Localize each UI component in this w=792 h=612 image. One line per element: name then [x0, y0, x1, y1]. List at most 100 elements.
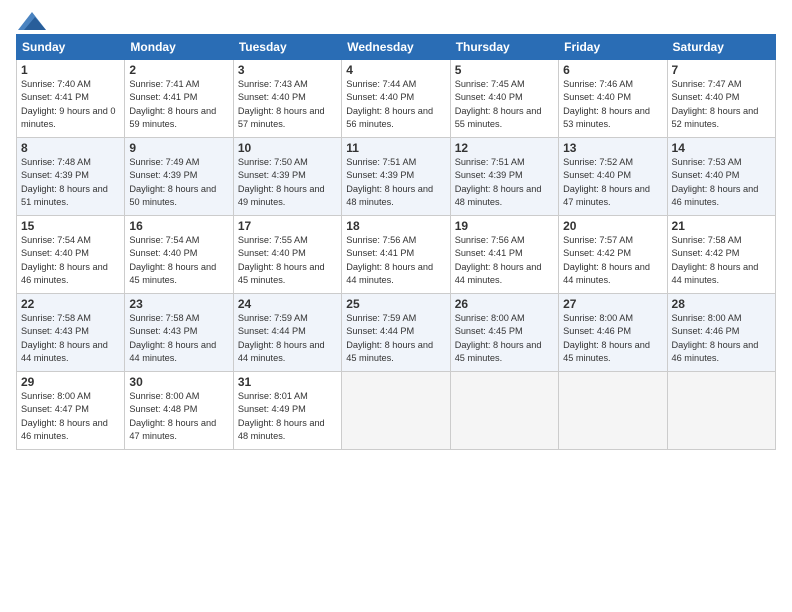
header-row: SundayMondayTuesdayWednesdayThursdayFrid…: [17, 35, 776, 60]
day-info: Sunrise: 7:44 AMSunset: 4:40 PMDaylight:…: [346, 79, 433, 129]
week-row-5: 29 Sunrise: 8:00 AMSunset: 4:47 PMDaylig…: [17, 372, 776, 450]
day-info: Sunrise: 7:45 AMSunset: 4:40 PMDaylight:…: [455, 79, 542, 129]
day-number: 26: [455, 297, 554, 311]
day-cell: 15 Sunrise: 7:54 AMSunset: 4:40 PMDaylig…: [17, 216, 125, 294]
day-cell: 6 Sunrise: 7:46 AMSunset: 4:40 PMDayligh…: [559, 60, 667, 138]
day-number: 31: [238, 375, 337, 389]
day-cell: 16 Sunrise: 7:54 AMSunset: 4:40 PMDaylig…: [125, 216, 233, 294]
col-header-monday: Monday: [125, 35, 233, 60]
day-info: Sunrise: 8:00 AMSunset: 4:46 PMDaylight:…: [563, 313, 650, 363]
day-number: 13: [563, 141, 662, 155]
day-cell: 9 Sunrise: 7:49 AMSunset: 4:39 PMDayligh…: [125, 138, 233, 216]
day-number: 25: [346, 297, 445, 311]
day-cell: 29 Sunrise: 8:00 AMSunset: 4:47 PMDaylig…: [17, 372, 125, 450]
day-info: Sunrise: 7:53 AMSunset: 4:40 PMDaylight:…: [672, 157, 759, 207]
day-cell: [342, 372, 450, 450]
day-number: 12: [455, 141, 554, 155]
day-number: 14: [672, 141, 771, 155]
col-header-tuesday: Tuesday: [233, 35, 341, 60]
day-info: Sunrise: 7:58 AMSunset: 4:43 PMDaylight:…: [129, 313, 216, 363]
day-info: Sunrise: 7:43 AMSunset: 4:40 PMDaylight:…: [238, 79, 325, 129]
day-number: 24: [238, 297, 337, 311]
day-info: Sunrise: 8:00 AMSunset: 4:47 PMDaylight:…: [21, 391, 108, 441]
day-number: 4: [346, 63, 445, 77]
week-row-2: 8 Sunrise: 7:48 AMSunset: 4:39 PMDayligh…: [17, 138, 776, 216]
day-info: Sunrise: 7:55 AMSunset: 4:40 PMDaylight:…: [238, 235, 325, 285]
week-row-3: 15 Sunrise: 7:54 AMSunset: 4:40 PMDaylig…: [17, 216, 776, 294]
day-number: 28: [672, 297, 771, 311]
day-cell: 5 Sunrise: 7:45 AMSunset: 4:40 PMDayligh…: [450, 60, 558, 138]
day-cell: 7 Sunrise: 7:47 AMSunset: 4:40 PMDayligh…: [667, 60, 775, 138]
header: [16, 12, 776, 26]
day-number: 30: [129, 375, 228, 389]
day-cell: 10 Sunrise: 7:50 AMSunset: 4:39 PMDaylig…: [233, 138, 341, 216]
day-cell: 21 Sunrise: 7:58 AMSunset: 4:42 PMDaylig…: [667, 216, 775, 294]
day-cell: 8 Sunrise: 7:48 AMSunset: 4:39 PMDayligh…: [17, 138, 125, 216]
day-number: 5: [455, 63, 554, 77]
day-info: Sunrise: 7:56 AMSunset: 4:41 PMDaylight:…: [346, 235, 433, 285]
day-number: 22: [21, 297, 120, 311]
day-info: Sunrise: 7:51 AMSunset: 4:39 PMDaylight:…: [346, 157, 433, 207]
day-number: 27: [563, 297, 662, 311]
day-cell: 12 Sunrise: 7:51 AMSunset: 4:39 PMDaylig…: [450, 138, 558, 216]
day-info: Sunrise: 8:00 AMSunset: 4:48 PMDaylight:…: [129, 391, 216, 441]
day-number: 20: [563, 219, 662, 233]
col-header-thursday: Thursday: [450, 35, 558, 60]
day-info: Sunrise: 7:46 AMSunset: 4:40 PMDaylight:…: [563, 79, 650, 129]
day-cell: [450, 372, 558, 450]
day-info: Sunrise: 7:58 AMSunset: 4:43 PMDaylight:…: [21, 313, 108, 363]
day-number: 3: [238, 63, 337, 77]
day-number: 11: [346, 141, 445, 155]
col-header-saturday: Saturday: [667, 35, 775, 60]
day-cell: [559, 372, 667, 450]
day-info: Sunrise: 8:00 AMSunset: 4:46 PMDaylight:…: [672, 313, 759, 363]
day-cell: 22 Sunrise: 7:58 AMSunset: 4:43 PMDaylig…: [17, 294, 125, 372]
day-cell: 27 Sunrise: 8:00 AMSunset: 4:46 PMDaylig…: [559, 294, 667, 372]
day-info: Sunrise: 7:58 AMSunset: 4:42 PMDaylight:…: [672, 235, 759, 285]
day-number: 1: [21, 63, 120, 77]
day-number: 16: [129, 219, 228, 233]
day-number: 29: [21, 375, 120, 389]
day-info: Sunrise: 7:50 AMSunset: 4:39 PMDaylight:…: [238, 157, 325, 207]
day-number: 2: [129, 63, 228, 77]
day-info: Sunrise: 7:40 AMSunset: 4:41 PMDaylight:…: [21, 79, 116, 129]
week-row-4: 22 Sunrise: 7:58 AMSunset: 4:43 PMDaylig…: [17, 294, 776, 372]
day-info: Sunrise: 8:00 AMSunset: 4:45 PMDaylight:…: [455, 313, 542, 363]
col-header-friday: Friday: [559, 35, 667, 60]
day-cell: 24 Sunrise: 7:59 AMSunset: 4:44 PMDaylig…: [233, 294, 341, 372]
day-number: 7: [672, 63, 771, 77]
col-header-sunday: Sunday: [17, 35, 125, 60]
day-cell: 23 Sunrise: 7:58 AMSunset: 4:43 PMDaylig…: [125, 294, 233, 372]
day-cell: 3 Sunrise: 7:43 AMSunset: 4:40 PMDayligh…: [233, 60, 341, 138]
day-cell: 2 Sunrise: 7:41 AMSunset: 4:41 PMDayligh…: [125, 60, 233, 138]
day-cell: 26 Sunrise: 8:00 AMSunset: 4:45 PMDaylig…: [450, 294, 558, 372]
week-row-1: 1 Sunrise: 7:40 AMSunset: 4:41 PMDayligh…: [17, 60, 776, 138]
main-container: SundayMondayTuesdayWednesdayThursdayFrid…: [0, 0, 792, 458]
day-cell: 25 Sunrise: 7:59 AMSunset: 4:44 PMDaylig…: [342, 294, 450, 372]
col-header-wednesday: Wednesday: [342, 35, 450, 60]
day-cell: 30 Sunrise: 8:00 AMSunset: 4:48 PMDaylig…: [125, 372, 233, 450]
day-number: 23: [129, 297, 228, 311]
day-number: 10: [238, 141, 337, 155]
day-cell: 18 Sunrise: 7:56 AMSunset: 4:41 PMDaylig…: [342, 216, 450, 294]
day-cell: 1 Sunrise: 7:40 AMSunset: 4:41 PMDayligh…: [17, 60, 125, 138]
day-cell: 11 Sunrise: 7:51 AMSunset: 4:39 PMDaylig…: [342, 138, 450, 216]
day-info: Sunrise: 7:56 AMSunset: 4:41 PMDaylight:…: [455, 235, 542, 285]
day-number: 8: [21, 141, 120, 155]
day-info: Sunrise: 7:48 AMSunset: 4:39 PMDaylight:…: [21, 157, 108, 207]
day-info: Sunrise: 7:57 AMSunset: 4:42 PMDaylight:…: [563, 235, 650, 285]
day-cell: 4 Sunrise: 7:44 AMSunset: 4:40 PMDayligh…: [342, 60, 450, 138]
day-info: Sunrise: 7:49 AMSunset: 4:39 PMDaylight:…: [129, 157, 216, 207]
day-info: Sunrise: 8:01 AMSunset: 4:49 PMDaylight:…: [238, 391, 325, 441]
logo: [16, 12, 46, 26]
day-info: Sunrise: 7:52 AMSunset: 4:40 PMDaylight:…: [563, 157, 650, 207]
day-number: 6: [563, 63, 662, 77]
logo-icon: [18, 12, 46, 30]
day-number: 17: [238, 219, 337, 233]
day-info: Sunrise: 7:59 AMSunset: 4:44 PMDaylight:…: [346, 313, 433, 363]
day-info: Sunrise: 7:51 AMSunset: 4:39 PMDaylight:…: [455, 157, 542, 207]
day-cell: 31 Sunrise: 8:01 AMSunset: 4:49 PMDaylig…: [233, 372, 341, 450]
day-cell: 13 Sunrise: 7:52 AMSunset: 4:40 PMDaylig…: [559, 138, 667, 216]
day-number: 9: [129, 141, 228, 155]
day-cell: 17 Sunrise: 7:55 AMSunset: 4:40 PMDaylig…: [233, 216, 341, 294]
